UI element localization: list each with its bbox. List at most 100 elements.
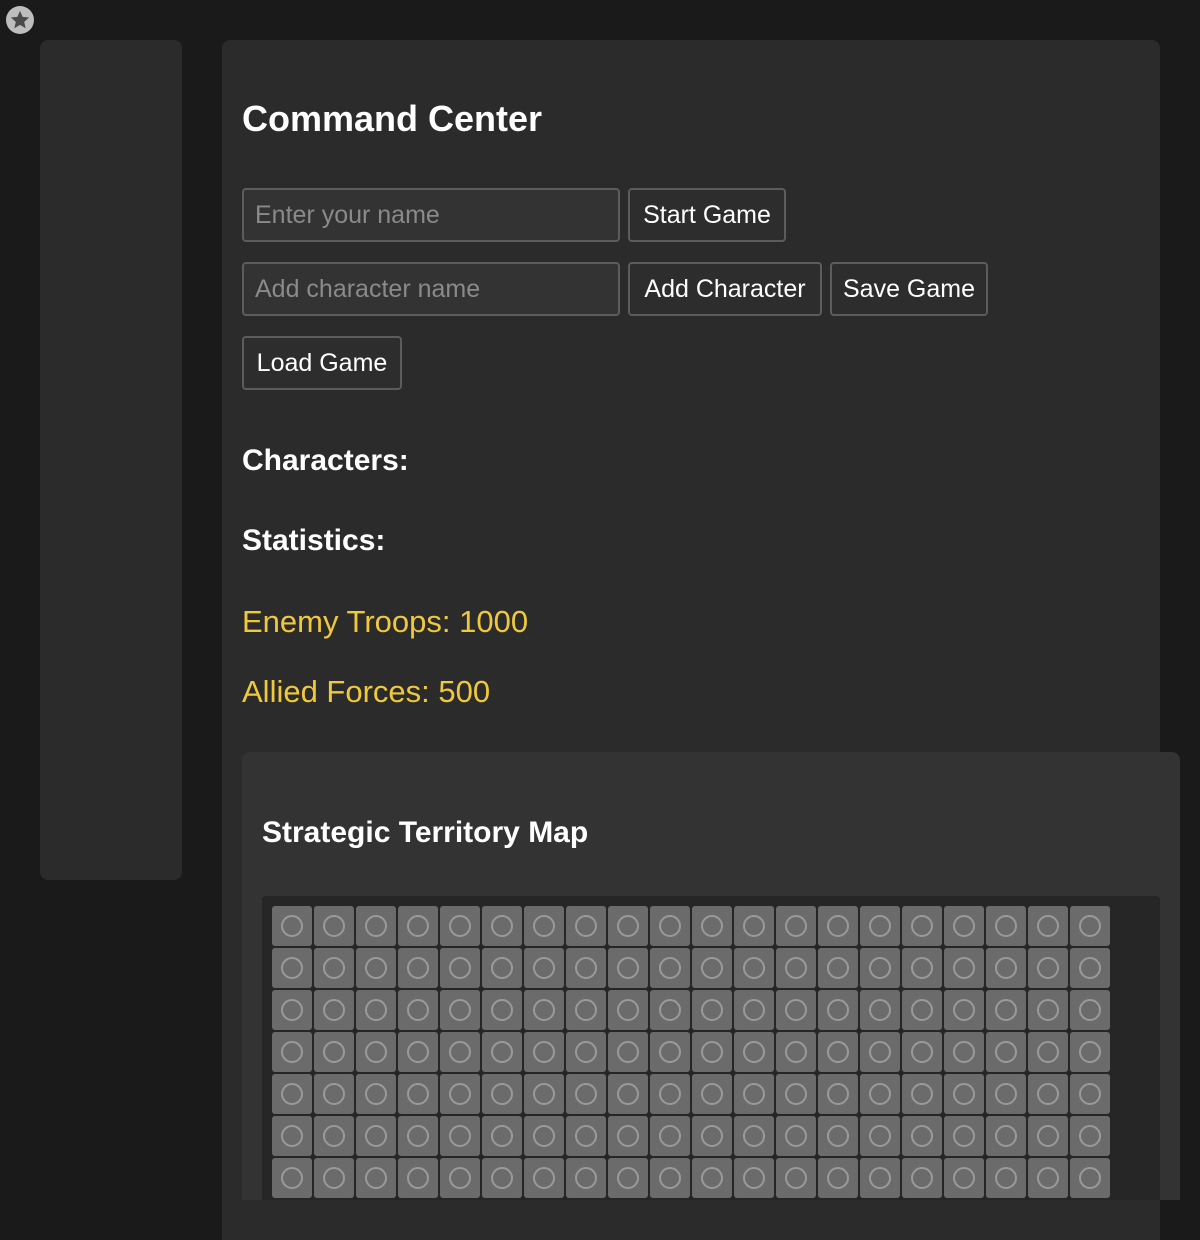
territory-tile[interactable]: [1070, 990, 1110, 1030]
territory-tile[interactable]: [398, 948, 438, 988]
territory-tile[interactable]: [734, 1158, 774, 1198]
territory-tile[interactable]: [818, 990, 858, 1030]
territory-tile[interactable]: [398, 906, 438, 946]
territory-tile[interactable]: [650, 1116, 690, 1156]
territory-tile[interactable]: [650, 1074, 690, 1114]
territory-tile[interactable]: [566, 948, 606, 988]
territory-tile[interactable]: [272, 948, 312, 988]
territory-tile[interactable]: [272, 1158, 312, 1198]
territory-tile[interactable]: [482, 906, 522, 946]
territory-tile[interactable]: [440, 1116, 480, 1156]
territory-tile[interactable]: [734, 1074, 774, 1114]
territory-tile[interactable]: [608, 906, 648, 946]
territory-tile[interactable]: [314, 1032, 354, 1072]
territory-tile[interactable]: [272, 1074, 312, 1114]
territory-tile[interactable]: [566, 1074, 606, 1114]
territory-tile[interactable]: [1070, 1074, 1110, 1114]
territory-tile[interactable]: [860, 1074, 900, 1114]
territory-tile[interactable]: [482, 1158, 522, 1198]
territory-tile[interactable]: [440, 990, 480, 1030]
territory-tile[interactable]: [734, 1116, 774, 1156]
territory-tile[interactable]: [902, 990, 942, 1030]
territory-tile[interactable]: [566, 906, 606, 946]
player-name-input[interactable]: [242, 188, 620, 242]
territory-tile[interactable]: [902, 1116, 942, 1156]
territory-tile[interactable]: [860, 1116, 900, 1156]
territory-tile[interactable]: [944, 1032, 984, 1072]
territory-tile[interactable]: [692, 1074, 732, 1114]
character-name-input[interactable]: [242, 262, 620, 316]
territory-tile[interactable]: [524, 1116, 564, 1156]
territory-tile[interactable]: [356, 948, 396, 988]
territory-tile[interactable]: [524, 1074, 564, 1114]
territory-tile[interactable]: [482, 1032, 522, 1072]
territory-tile[interactable]: [482, 1074, 522, 1114]
territory-tile[interactable]: [860, 1158, 900, 1198]
territory-tile[interactable]: [776, 906, 816, 946]
territory-tile[interactable]: [314, 948, 354, 988]
territory-tile[interactable]: [776, 1074, 816, 1114]
territory-tile[interactable]: [524, 948, 564, 988]
territory-tile[interactable]: [650, 906, 690, 946]
territory-tile[interactable]: [902, 1032, 942, 1072]
territory-tile[interactable]: [692, 990, 732, 1030]
territory-tile[interactable]: [398, 1116, 438, 1156]
territory-tile[interactable]: [356, 990, 396, 1030]
territory-tile[interactable]: [1028, 1032, 1068, 1072]
territory-tile[interactable]: [986, 1116, 1026, 1156]
territory-tile[interactable]: [314, 1116, 354, 1156]
territory-tile[interactable]: [356, 1032, 396, 1072]
territory-tile[interactable]: [566, 1116, 606, 1156]
territory-tile[interactable]: [860, 948, 900, 988]
territory-tile[interactable]: [440, 1032, 480, 1072]
load-game-button[interactable]: Load Game: [242, 336, 402, 390]
territory-tile[interactable]: [566, 1158, 606, 1198]
territory-tile[interactable]: [398, 1074, 438, 1114]
territory-tile[interactable]: [608, 1158, 648, 1198]
territory-tile[interactable]: [902, 1158, 942, 1198]
territory-tile[interactable]: [272, 1116, 312, 1156]
territory-tile[interactable]: [440, 1074, 480, 1114]
territory-tile[interactable]: [860, 1032, 900, 1072]
territory-tile[interactable]: [440, 948, 480, 988]
territory-tile[interactable]: [776, 1032, 816, 1072]
territory-tile[interactable]: [608, 1116, 648, 1156]
territory-tile[interactable]: [734, 948, 774, 988]
territory-tile[interactable]: [902, 906, 942, 946]
territory-tile[interactable]: [314, 1074, 354, 1114]
territory-tile[interactable]: [1070, 948, 1110, 988]
save-game-button[interactable]: Save Game: [830, 262, 988, 316]
territory-tile[interactable]: [776, 1116, 816, 1156]
territory-tile[interactable]: [398, 1158, 438, 1198]
territory-tile[interactable]: [608, 990, 648, 1030]
territory-tile[interactable]: [944, 1116, 984, 1156]
territory-tile[interactable]: [776, 948, 816, 988]
territory-tile[interactable]: [734, 906, 774, 946]
territory-tile[interactable]: [356, 1116, 396, 1156]
territory-tile[interactable]: [692, 906, 732, 946]
territory-tile[interactable]: [734, 1032, 774, 1072]
territory-tile[interactable]: [986, 990, 1026, 1030]
territory-tile[interactable]: [440, 906, 480, 946]
territory-tile[interactable]: [524, 1032, 564, 1072]
territory-tile[interactable]: [482, 990, 522, 1030]
territory-tile[interactable]: [818, 1032, 858, 1072]
territory-tile[interactable]: [356, 906, 396, 946]
territory-tile[interactable]: [818, 1158, 858, 1198]
territory-tile[interactable]: [1070, 906, 1110, 946]
territory-tile[interactable]: [986, 1158, 1026, 1198]
territory-tile[interactable]: [1070, 1116, 1110, 1156]
territory-tile[interactable]: [524, 906, 564, 946]
territory-tile[interactable]: [524, 990, 564, 1030]
territory-tile[interactable]: [1070, 1158, 1110, 1198]
territory-tile[interactable]: [650, 990, 690, 1030]
territory-tile[interactable]: [944, 990, 984, 1030]
territory-tile[interactable]: [944, 1074, 984, 1114]
territory-tile[interactable]: [1028, 1116, 1068, 1156]
territory-tile[interactable]: [986, 948, 1026, 988]
territory-tile[interactable]: [272, 990, 312, 1030]
territory-tile[interactable]: [902, 948, 942, 988]
territory-tile[interactable]: [608, 948, 648, 988]
territory-tile[interactable]: [818, 906, 858, 946]
territory-tile[interactable]: [986, 1032, 1026, 1072]
